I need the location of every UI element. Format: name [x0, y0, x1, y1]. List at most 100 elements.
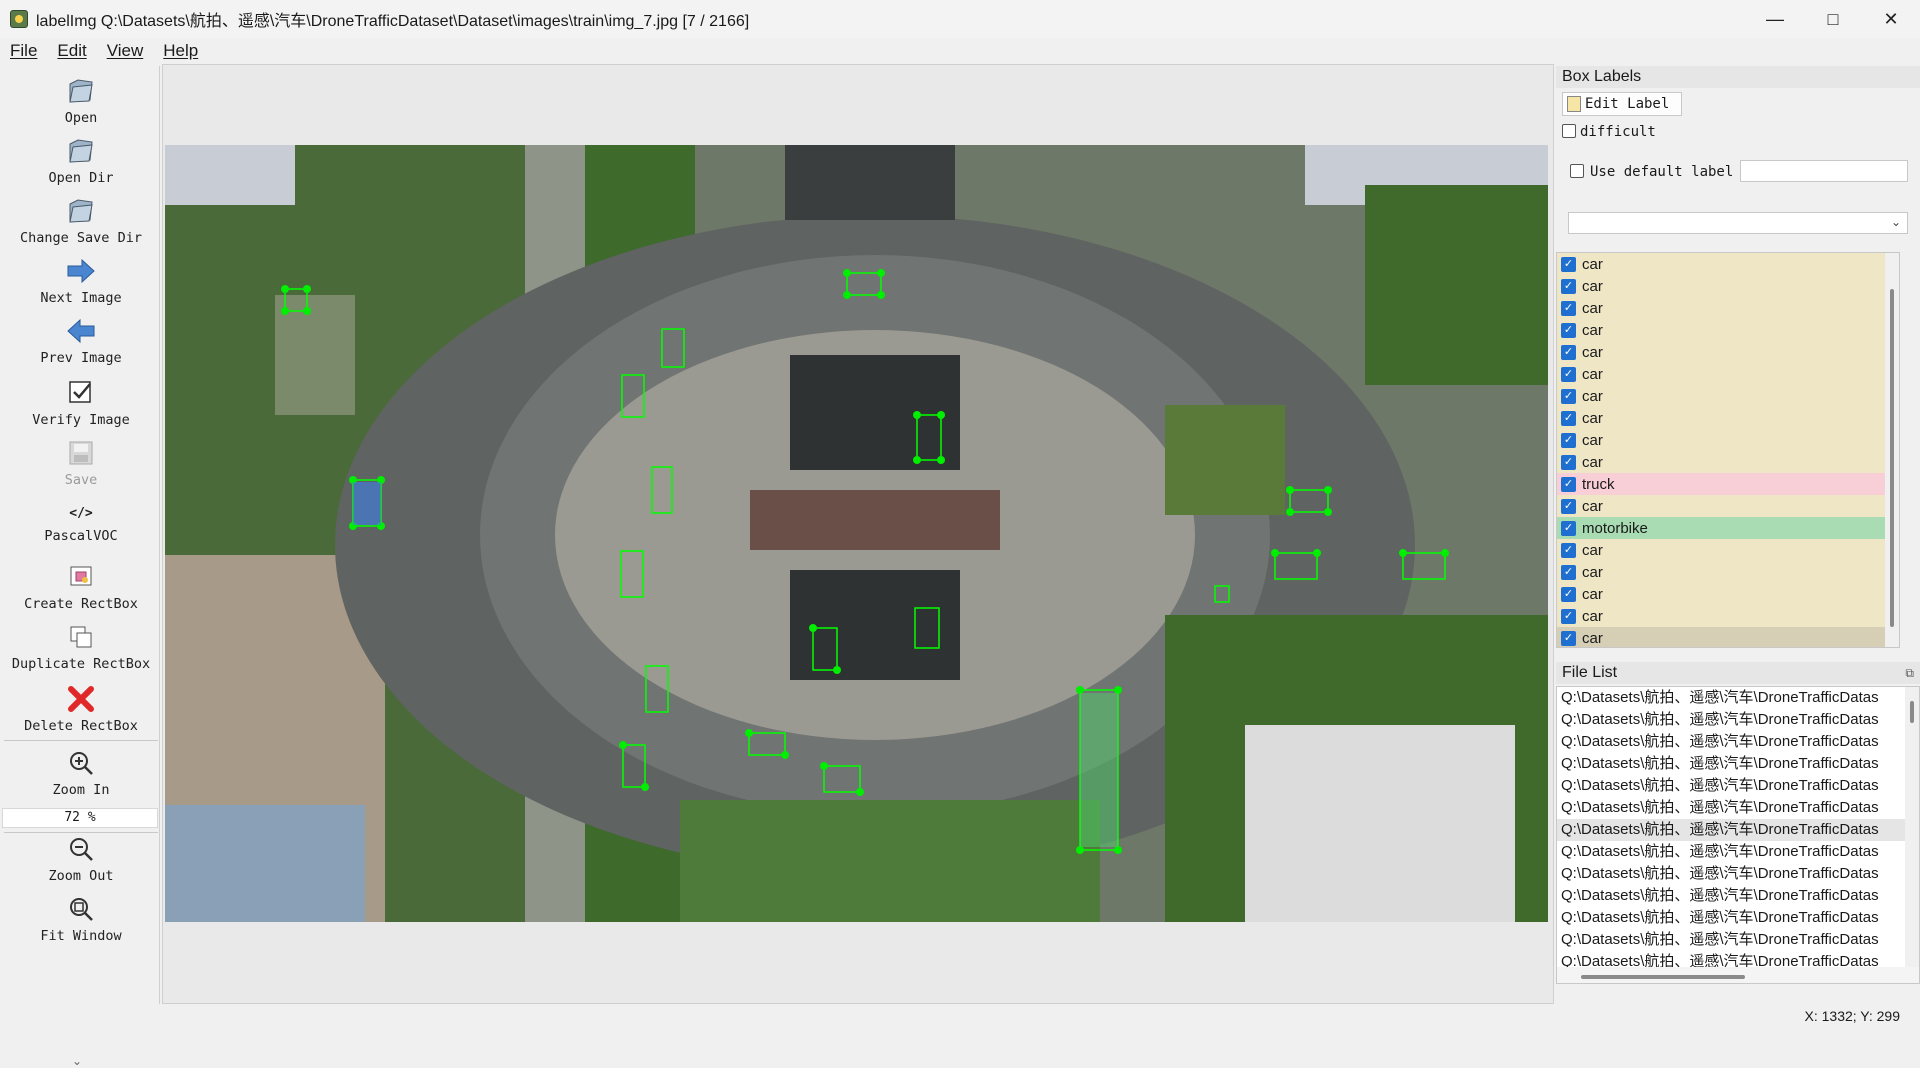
open-dir-button[interactable]: Open Dir — [2, 136, 160, 186]
save-button[interactable]: Save — [2, 438, 160, 488]
format-button[interactable]: </> PascalVOC — [2, 502, 160, 545]
file-list-item[interactable]: Q:\Datasets\航拍、遥感\汽车\DroneTrafficDatas — [1557, 929, 1905, 951]
delete-rectbox-label: Delete RectBox — [24, 718, 138, 734]
aerial-photo[interactable] — [165, 145, 1548, 922]
fit-window-button[interactable]: Fit Window — [2, 894, 160, 944]
status-bar: X: 1332; Y: 299 — [0, 1004, 1920, 1024]
checkmark-icon[interactable]: ✓ — [1561, 454, 1576, 470]
label-list-item[interactable]: ✓ car — [1557, 253, 1885, 275]
checkmark-icon[interactable]: ✓ — [1561, 520, 1576, 536]
file-list-item[interactable]: Q:\Datasets\航拍、遥感\汽车\DroneTrafficDatas — [1557, 797, 1905, 819]
label-list-item-text: car — [1582, 409, 1603, 427]
label-list-item[interactable]: ✓ car — [1557, 627, 1885, 647]
scrollbar-thumb[interactable] — [1910, 701, 1914, 723]
difficult-checkbox[interactable] — [1562, 124, 1576, 138]
checkmark-icon[interactable]: ✓ — [1561, 608, 1576, 624]
file-list-scrollbar[interactable] — [1905, 687, 1919, 967]
label-list-item[interactable]: ✓ car — [1557, 407, 1885, 429]
label-list-item[interactable]: ✓ truck — [1557, 473, 1885, 495]
prev-image-button[interactable]: Prev Image — [2, 316, 160, 366]
file-list-item[interactable]: Q:\Datasets\航拍、遥感\汽车\DroneTrafficDatas — [1557, 863, 1905, 885]
label-list-item[interactable]: ✓ car — [1557, 495, 1885, 517]
file-list-item[interactable]: Q:\Datasets\航拍、遥感\汽车\DroneTrafficDatas — [1557, 775, 1905, 797]
checkmark-icon[interactable]: ✓ — [1561, 322, 1576, 338]
label-list-item[interactable]: ✓ car — [1557, 341, 1885, 363]
checkmark-icon[interactable]: ✓ — [1561, 366, 1576, 382]
label-list-item[interactable]: ✓ car — [1557, 319, 1885, 341]
file-list-item[interactable]: Q:\Datasets\航拍、遥感\汽车\DroneTrafficDatas — [1557, 753, 1905, 775]
maximize-icon[interactable]: □ — [1804, 0, 1862, 38]
checkmark-icon[interactable]: ✓ — [1561, 476, 1576, 492]
file-list-item[interactable]: Q:\Datasets\航拍、遥感\汽车\DroneTrafficDatas — [1557, 885, 1905, 907]
use-default-label-checkbox[interactable] — [1570, 164, 1584, 178]
scrollbar-thumb[interactable] — [1890, 289, 1894, 627]
file-list-hscrollbar[interactable] — [1557, 967, 1919, 983]
edit-label-button[interactable]: Edit Label — [1562, 92, 1682, 116]
float-dock-icon[interactable]: ⧉ — [1905, 662, 1914, 684]
create-rectbox-button[interactable]: Create RectBox — [2, 562, 160, 612]
verify-image-button[interactable]: Verify Image — [2, 378, 160, 428]
close-icon[interactable]: ✕ — [1862, 0, 1920, 38]
menu-view[interactable]: View — [107, 41, 144, 61]
scrollbar-thumb[interactable] — [1581, 975, 1745, 979]
checkmark-icon[interactable]: ✓ — [1561, 388, 1576, 404]
duplicate-rectbox-label: Duplicate RectBox — [11, 656, 151, 672]
minimize-icon[interactable]: — — [1746, 0, 1804, 38]
checkmark-icon[interactable]: ✓ — [1561, 344, 1576, 360]
zoom-level-field[interactable]: 72 % — [2, 808, 158, 828]
checkmark-icon[interactable]: ✓ — [1561, 410, 1576, 426]
label-list-item[interactable]: ✓ car — [1557, 429, 1885, 451]
label-list-item[interactable]: ✓ car — [1557, 385, 1885, 407]
menu-edit[interactable]: Edit — [57, 41, 86, 61]
arrow-left-icon — [66, 316, 96, 346]
checkmark-icon[interactable]: ✓ — [1561, 300, 1576, 316]
save-icon — [66, 438, 96, 468]
menu-help[interactable]: Help — [163, 41, 198, 61]
checkmark-icon[interactable]: ✓ — [1561, 432, 1576, 448]
label-list-item-text: car — [1582, 277, 1603, 295]
default-label-input[interactable] — [1740, 160, 1908, 182]
checkmark-icon[interactable]: ✓ — [1561, 564, 1576, 580]
change-save-dir-button[interactable]: Change Save Dir — [2, 196, 160, 246]
label-list-item[interactable]: ✓ car — [1557, 583, 1885, 605]
label-list-item[interactable]: ✓ car — [1557, 605, 1885, 627]
file-list-item[interactable]: Q:\Datasets\航拍、遥感\汽车\DroneTrafficDatas — [1557, 731, 1905, 753]
zoom-in-button[interactable]: Zoom In — [2, 748, 160, 798]
file-list-item[interactable]: Q:\Datasets\航拍、遥感\汽车\DroneTrafficDatas — [1557, 841, 1905, 863]
next-image-button[interactable]: Next Image — [2, 256, 160, 306]
chevron-down-icon[interactable]: ⌄ — [72, 1054, 82, 1068]
label-list-item[interactable]: ✓ car — [1557, 539, 1885, 561]
checkmark-icon[interactable]: ✓ — [1561, 542, 1576, 558]
file-list-item[interactable]: Q:\Datasets\航拍、遥感\汽车\DroneTrafficDatas — [1557, 709, 1905, 731]
fit-window-icon — [66, 894, 96, 924]
label-list[interactable]: ✓ car ✓ car ✓ car ✓ car ✓ car ✓ car ✓ car ✓ car ✓ car ✓ car… — [1556, 252, 1900, 648]
divider — [4, 740, 158, 741]
file-list-item[interactable]: Q:\Datasets\航拍、遥感\汽车\DroneTrafficDatas — [1557, 687, 1905, 709]
file-list[interactable]: Q:\Datasets\航拍、遥感\汽车\DroneTrafficDatas Q:… — [1556, 686, 1920, 984]
change-save-dir-label: Change Save Dir — [20, 230, 142, 246]
chevron-down-icon: ⌄ — [1890, 215, 1901, 229]
delete-rectbox-button[interactable]: Delete RectBox — [2, 684, 160, 734]
label-combo-box[interactable]: ⌄ — [1568, 212, 1908, 234]
open-button[interactable]: Open — [2, 76, 160, 126]
folder-icon — [66, 76, 96, 106]
zoom-out-button[interactable]: Zoom Out — [2, 834, 160, 884]
label-list-item[interactable]: ✓ car — [1557, 297, 1885, 319]
label-list-item[interactable]: ✓ car — [1557, 363, 1885, 385]
label-list-scrollbar[interactable] — [1885, 253, 1899, 647]
menu-file[interactable]: File — [10, 41, 37, 61]
label-list-item[interactable]: ✓ car — [1557, 561, 1885, 583]
checkmark-icon[interactable]: ✓ — [1561, 256, 1576, 272]
label-list-item[interactable]: ✓ car — [1557, 275, 1885, 297]
label-list-item[interactable]: ✓ car — [1557, 451, 1885, 473]
create-rectbox-icon — [66, 562, 96, 592]
checkmark-icon[interactable]: ✓ — [1561, 278, 1576, 294]
file-list-item[interactable]: Q:\Datasets\航拍、遥感\汽车\DroneTrafficDatas — [1557, 907, 1905, 929]
file-list-title-text: File List — [1562, 664, 1618, 681]
checkmark-icon[interactable]: ✓ — [1561, 498, 1576, 514]
checkmark-icon[interactable]: ✓ — [1561, 586, 1576, 602]
file-list-item[interactable]: Q:\Datasets\航拍、遥感\汽车\DroneTrafficDatas — [1557, 819, 1905, 841]
label-list-item[interactable]: ✓ motorbike — [1557, 517, 1885, 539]
duplicate-rectbox-button[interactable]: Duplicate RectBox — [2, 622, 160, 672]
checkmark-icon[interactable]: ✓ — [1561, 630, 1576, 646]
